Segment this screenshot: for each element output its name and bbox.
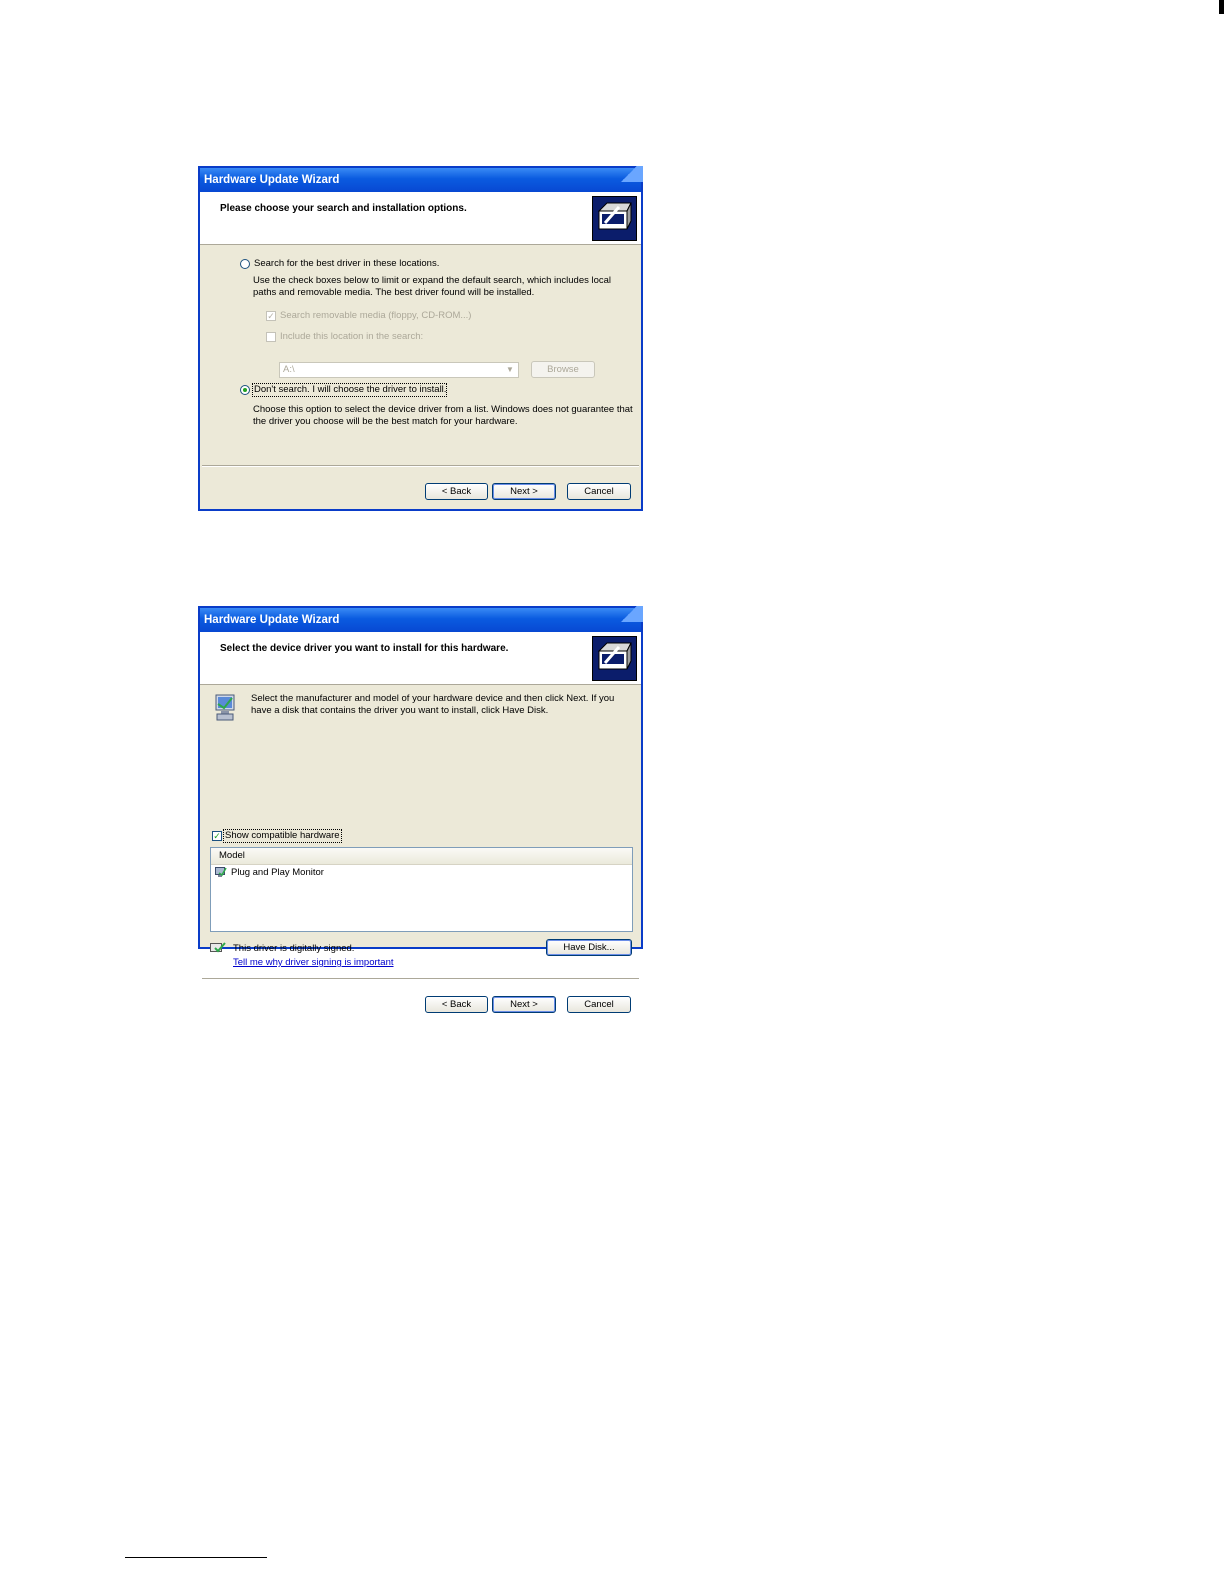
monitor-icon [215,867,227,878]
model-listbox[interactable]: Model Plug and Play Monitor [210,847,633,932]
hardware-wizard-icon [592,636,637,681]
next-button[interactable]: Next > [492,996,556,1013]
wizard-header: Select the device driver you want to ins… [200,632,641,685]
chevron-down-icon[interactable]: ▼ [504,364,516,376]
cancel-button[interactable]: Cancel [567,483,631,500]
model-name: Plug and Play Monitor [231,867,324,878]
title-bar[interactable]: Hardware Update Wizard [200,606,643,632]
wizard-header: Please choose your search and installati… [200,192,641,245]
dont-search-option-radio[interactable] [240,385,250,395]
browse-button[interactable]: Browse [531,361,595,378]
next-button[interactable]: Next > [492,483,556,500]
hardware-update-wizard-dialog-2: Hardware Update Wizard Select the device… [198,606,643,1013]
wizard-heading: Please choose your search and installati… [220,203,467,214]
signed-driver-text: This driver is digitally signed. [233,943,355,954]
removable-media-checkbox[interactable]: ✓ [266,311,276,321]
hardware-update-wizard-dialog-1: Hardware Update Wizard Please choose you… [198,166,643,511]
title-bar-decoration [615,606,643,622]
location-path-value: A:\ [283,364,295,375]
removable-media-label: Search removable media (floppy, CD-ROM..… [280,310,472,321]
footnote-rule [125,1557,267,1558]
show-compatible-checkbox[interactable]: ✓ [212,831,222,841]
cancel-button[interactable]: Cancel [567,996,631,1013]
search-option-radio[interactable] [240,259,250,269]
model-column-header[interactable]: Model [211,848,632,865]
location-path-combobox[interactable]: A:\ ▼ [279,362,519,378]
dont-search-option-description: Choose this option to select the device … [253,404,633,427]
back-button[interactable]: < Back [425,483,488,500]
page-edge-mark [1219,0,1224,14]
footer-separator [202,978,639,980]
signed-driver-icon [210,942,226,957]
search-option-description: Use the check boxes below to limit or ex… [253,275,612,298]
back-button[interactable]: < Back [425,996,488,1013]
footer-separator [202,465,639,467]
computer-monitor-icon [214,694,236,725]
window-title: Hardware Update Wizard [204,174,340,186]
hardware-wizard-icon [592,196,637,241]
instructions-text: Select the manufacturer and model of you… [251,693,615,716]
driver-signing-link[interactable]: Tell me why driver signing is important [233,957,394,968]
title-bar[interactable]: Hardware Update Wizard [200,166,643,192]
wizard-heading: Select the device driver you want to ins… [220,643,509,654]
dont-search-option-label[interactable]: Don't search. I will choose the driver t… [254,384,446,395]
list-item[interactable]: Plug and Play Monitor [211,865,632,881]
include-location-checkbox[interactable] [266,332,276,342]
search-option-label[interactable]: Search for the best driver in these loca… [254,258,439,269]
title-bar-decoration [615,166,643,182]
window-title: Hardware Update Wizard [204,614,340,626]
show-compatible-label[interactable]: Show compatible hardware [225,830,340,841]
include-location-label: Include this location in the search: [280,331,424,342]
have-disk-button[interactable]: Have Disk... [546,939,632,956]
